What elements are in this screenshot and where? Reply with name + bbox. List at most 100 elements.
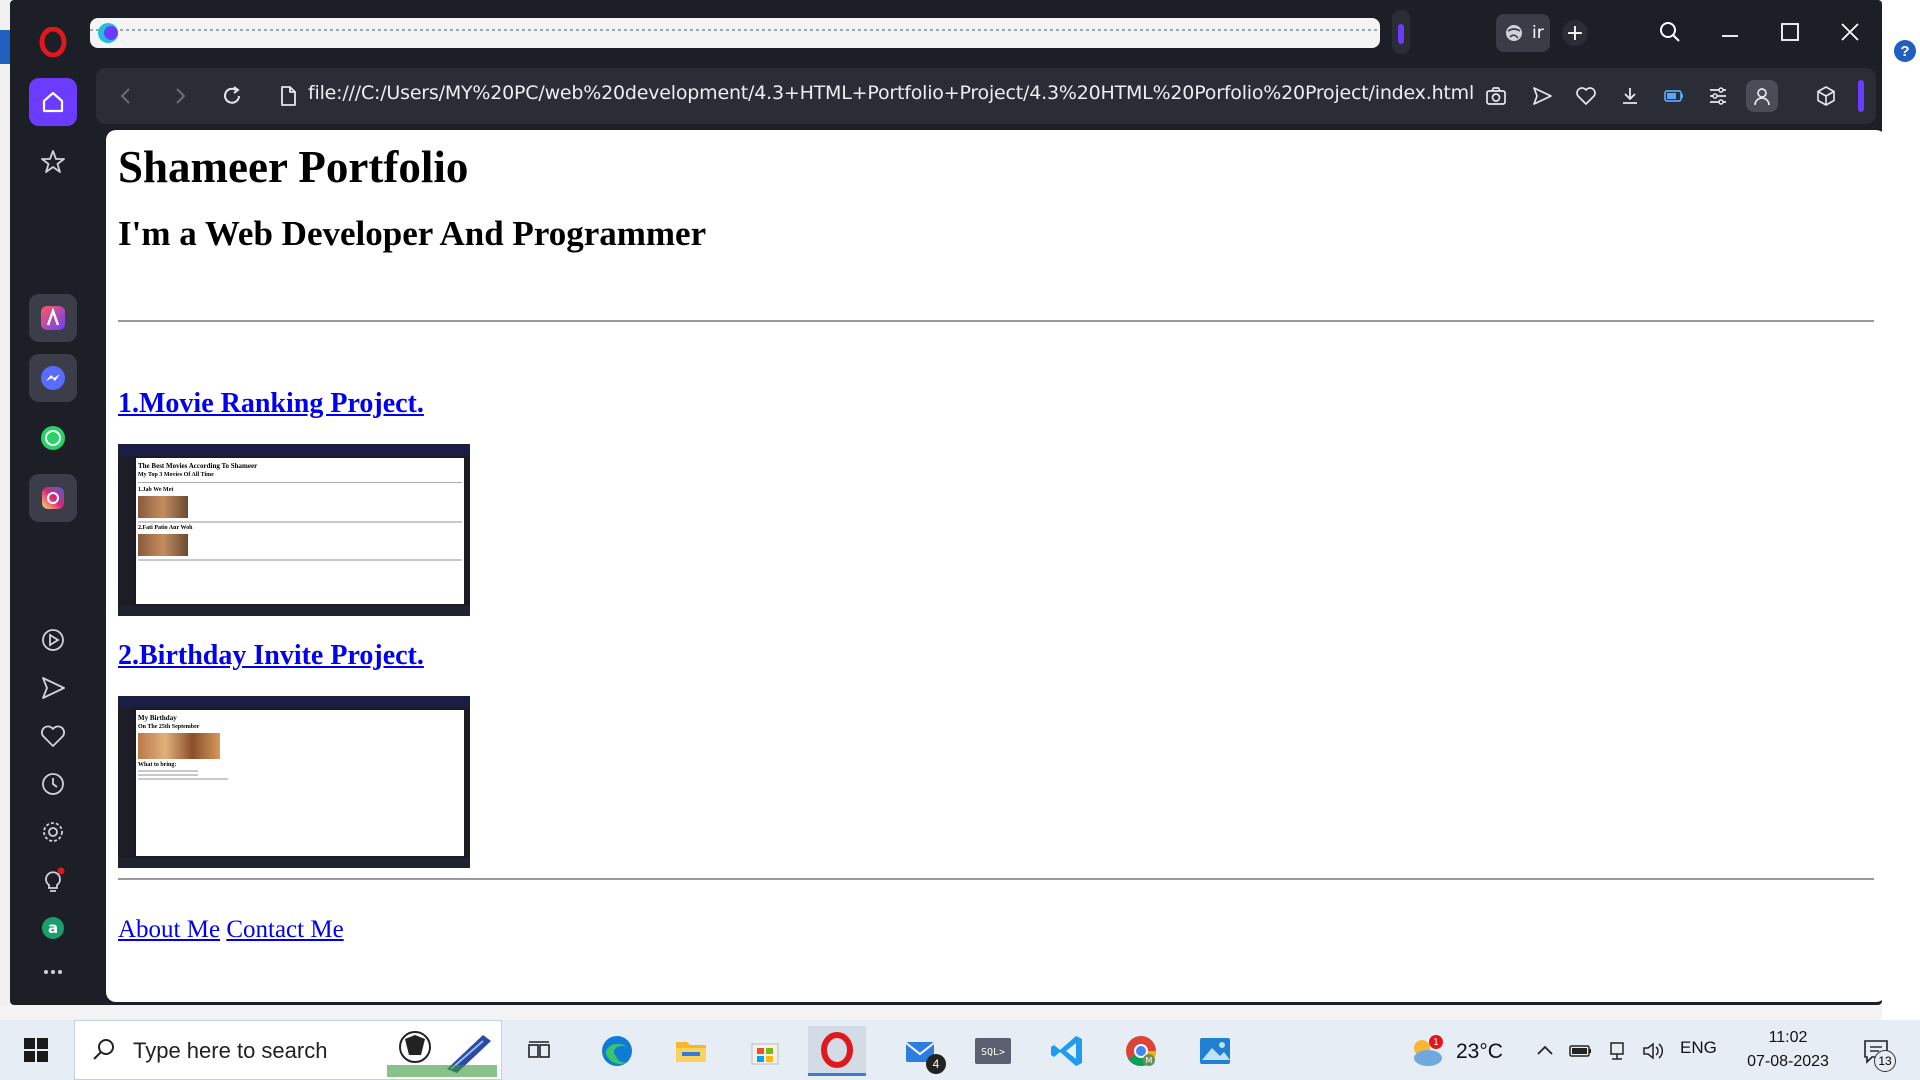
opera-taskbar-icon[interactable] [808,1026,866,1076]
thumb-taskbar [118,858,470,868]
battery-icon[interactable] [1568,1038,1594,1064]
globe-icon [1506,25,1522,41]
instagram-icon[interactable] [29,474,77,522]
downloads-icon[interactable] [1614,80,1646,112]
desktop-right-strip [1882,0,1920,1020]
thumb-title: My Birthday [138,714,177,722]
network-icon[interactable] [1604,1038,1630,1064]
search-tabs-icon[interactable] [1650,12,1690,52]
weather-widget[interactable]: 1 23°C [1406,1034,1503,1070]
movie-ranking-thumbnail[interactable]: The Best Movies According To Shameer My … [118,444,470,616]
about-me-link[interactable]: About Me [118,916,220,943]
tips-lightbulb-icon[interactable] [29,856,77,904]
tab-strip[interactable] [90,18,1380,48]
flow-send-icon[interactable] [29,664,77,712]
tab-globe[interactable]: ir [1496,14,1550,52]
file-page-icon[interactable] [270,78,306,114]
help-icon[interactable]: ? [1894,40,1916,62]
easy-setup-icon[interactable] [1702,80,1734,112]
background-window-strip [0,1005,1882,1020]
divider-top [118,320,1874,322]
messenger-icon[interactable] [29,354,77,402]
notification-center-icon[interactable]: 13 [1854,1034,1898,1072]
vscode-icon[interactable] [1038,1026,1096,1076]
reload-button[interactable] [214,78,250,114]
maximize-icon[interactable] [1770,12,1810,52]
thumb-item: 2.Fati Patio Aur Woh [138,525,193,531]
desktop-left-edge [0,0,10,1020]
mail-icon[interactable]: 4 [892,1026,950,1076]
profile-icon[interactable] [1746,80,1778,112]
svg-text:M: M [1146,1056,1153,1065]
close-icon[interactable] [1830,12,1870,52]
file-explorer-icon[interactable] [662,1026,720,1076]
task-view-icon[interactable] [510,1026,568,1076]
contact-me-link[interactable]: Contact Me [226,916,343,943]
address-bar-url[interactable]: file:///C:/Users/MY%20PC/web%20developme… [308,82,1474,104]
taskbar-search-box[interactable]: Type here to search [74,1020,502,1080]
page-viewport: Shameer Portfolio I'm a Web Developer An… [106,130,1886,1002]
project-link-birthday-invite[interactable]: 2.Birthday Invite Project. [118,640,1874,672]
svg-text:a: a [48,919,58,937]
volume-icon[interactable] [1640,1038,1666,1064]
browser-window: a ir + file:///C:/Users/MY%20PC/web%20de… [10,0,1886,1005]
thumb-browser-bar [118,444,470,456]
notification-count: 13 [1874,1050,1896,1072]
thumb-text-line [138,521,462,523]
weather-alert-badge: 1 [1433,1038,1439,1048]
thumb-page: My Birthday On The 25th September What t… [136,710,464,856]
snapshot-camera-icon[interactable] [1480,80,1512,112]
opera-sidebar: a [10,0,96,1005]
divider-bottom [118,878,1874,880]
thumb-title: The Best Movies According To Shameer [138,462,258,470]
system-clock[interactable]: 11:02 07-08-2023 [1738,1026,1838,1074]
bookmarks-heart-icon[interactable] [29,712,77,760]
clock-date: 07-08-2023 [1747,1053,1829,1070]
bookmark-heart-icon[interactable] [1570,80,1602,112]
extensions-cube-icon[interactable] [1810,80,1842,112]
opera-logo-icon[interactable] [29,18,77,66]
sidebar-toggle[interactable] [1858,80,1864,112]
page-subtitle: I'm a Web Developer And Programmer [118,214,707,253]
settings-gear-icon[interactable] [29,808,77,856]
player-icon[interactable] [29,616,77,664]
microsoft-store-icon[interactable] [736,1026,794,1076]
tab-label: ir [1532,23,1544,43]
edge-browser-icon[interactable] [588,1026,646,1076]
more-dots-icon[interactable] [29,948,77,996]
tray-overflow-chevron-icon[interactable] [1532,1038,1558,1064]
history-clock-icon[interactable] [29,760,77,808]
thumb-text-line [138,774,198,776]
forward-button[interactable] [162,78,198,114]
project-link-movie-ranking[interactable]: 1.Movie Ranking Project. [118,388,1874,420]
new-tab-button[interactable]: + [1562,20,1588,46]
amazon-assistant-icon[interactable]: a [29,904,77,952]
mail-badge: 4 [926,1054,946,1074]
minimize-icon[interactable] [1710,12,1750,52]
photos-icon[interactable] [1186,1026,1244,1076]
portfolio-page: Shameer Portfolio I'm a Web Developer An… [106,130,1886,954]
weather-cloud-icon: 1 [1414,1035,1443,1066]
thumb-birthday-image [138,733,220,759]
home-icon[interactable] [29,78,77,126]
speed-dial-star-icon[interactable] [29,138,77,186]
battery-saver-icon[interactable] [1658,80,1690,112]
windows-taskbar: Type here to search 4 SQL> M 1 23°C ENG … [0,1020,1920,1080]
thumb-sidebar [118,708,134,858]
back-button[interactable] [108,78,144,114]
chrome-icon[interactable]: M [1112,1026,1170,1076]
thumb-text-line [138,770,198,772]
aria-ai-icon[interactable] [29,294,77,342]
clock-time: 11:02 [1768,1029,1808,1046]
thumb-page: The Best Movies According To Shameer My … [136,458,464,604]
whatsapp-icon[interactable] [29,414,77,462]
tab-favicon-icon [98,23,118,43]
sql-server-icon[interactable]: SQL> [964,1026,1022,1076]
active-tab-indicator[interactable] [1392,10,1410,54]
language-indicator[interactable]: ENG [1680,1038,1717,1058]
birthday-invite-thumbnail[interactable]: My Birthday On The 25th September What t… [118,696,470,868]
thumb-divider [138,482,462,483]
thumb-text-line [138,559,462,561]
send-to-flow-icon[interactable] [1526,80,1558,112]
windows-start-icon[interactable] [14,1032,58,1068]
